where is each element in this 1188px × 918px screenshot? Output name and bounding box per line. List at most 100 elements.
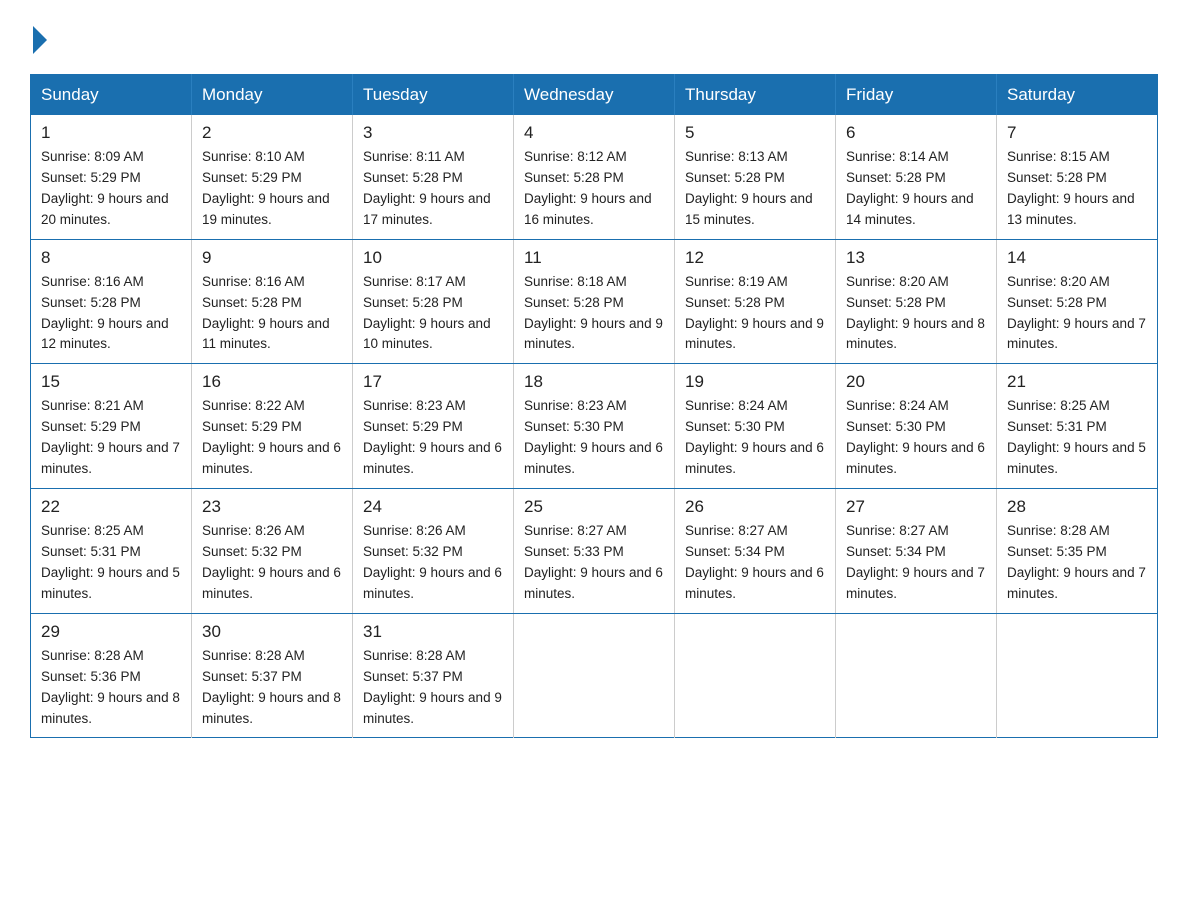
day-number: 1 bbox=[41, 123, 181, 143]
calendar-cell: 29 Sunrise: 8:28 AMSunset: 5:36 PMDaylig… bbox=[31, 613, 192, 738]
calendar-cell: 30 Sunrise: 8:28 AMSunset: 5:37 PMDaylig… bbox=[192, 613, 353, 738]
logo bbox=[30, 24, 47, 54]
day-number: 12 bbox=[685, 248, 825, 268]
calendar-cell: 26 Sunrise: 8:27 AMSunset: 5:34 PMDaylig… bbox=[675, 489, 836, 614]
day-number: 26 bbox=[685, 497, 825, 517]
day-info: Sunrise: 8:10 AMSunset: 5:29 PMDaylight:… bbox=[202, 149, 330, 227]
calendar-cell: 22 Sunrise: 8:25 AMSunset: 5:31 PMDaylig… bbox=[31, 489, 192, 614]
day-number: 24 bbox=[363, 497, 503, 517]
day-number: 15 bbox=[41, 372, 181, 392]
calendar-cell: 14 Sunrise: 8:20 AMSunset: 5:28 PMDaylig… bbox=[997, 239, 1158, 364]
day-info: Sunrise: 8:24 AMSunset: 5:30 PMDaylight:… bbox=[685, 398, 824, 476]
day-info: Sunrise: 8:18 AMSunset: 5:28 PMDaylight:… bbox=[524, 274, 663, 352]
day-info: Sunrise: 8:20 AMSunset: 5:28 PMDaylight:… bbox=[846, 274, 985, 352]
day-number: 13 bbox=[846, 248, 986, 268]
header-wednesday: Wednesday bbox=[514, 75, 675, 116]
day-number: 9 bbox=[202, 248, 342, 268]
day-number: 30 bbox=[202, 622, 342, 642]
calendar-table: SundayMondayTuesdayWednesdayThursdayFrid… bbox=[30, 74, 1158, 738]
day-number: 25 bbox=[524, 497, 664, 517]
calendar-cell: 27 Sunrise: 8:27 AMSunset: 5:34 PMDaylig… bbox=[836, 489, 997, 614]
calendar-cell: 1 Sunrise: 8:09 AMSunset: 5:29 PMDayligh… bbox=[31, 115, 192, 239]
calendar-cell: 10 Sunrise: 8:17 AMSunset: 5:28 PMDaylig… bbox=[353, 239, 514, 364]
day-info: Sunrise: 8:28 AMSunset: 5:35 PMDaylight:… bbox=[1007, 523, 1146, 601]
header-thursday: Thursday bbox=[675, 75, 836, 116]
header-saturday: Saturday bbox=[997, 75, 1158, 116]
day-number: 7 bbox=[1007, 123, 1147, 143]
day-number: 2 bbox=[202, 123, 342, 143]
day-number: 17 bbox=[363, 372, 503, 392]
week-row-5: 29 Sunrise: 8:28 AMSunset: 5:36 PMDaylig… bbox=[31, 613, 1158, 738]
calendar-cell: 12 Sunrise: 8:19 AMSunset: 5:28 PMDaylig… bbox=[675, 239, 836, 364]
page-header bbox=[30, 24, 1158, 54]
day-info: Sunrise: 8:28 AMSunset: 5:37 PMDaylight:… bbox=[202, 648, 341, 726]
calendar-cell: 15 Sunrise: 8:21 AMSunset: 5:29 PMDaylig… bbox=[31, 364, 192, 489]
day-info: Sunrise: 8:23 AMSunset: 5:29 PMDaylight:… bbox=[363, 398, 502, 476]
calendar-cell: 24 Sunrise: 8:26 AMSunset: 5:32 PMDaylig… bbox=[353, 489, 514, 614]
day-number: 31 bbox=[363, 622, 503, 642]
calendar-cell: 28 Sunrise: 8:28 AMSunset: 5:35 PMDaylig… bbox=[997, 489, 1158, 614]
day-number: 20 bbox=[846, 372, 986, 392]
calendar-cell: 7 Sunrise: 8:15 AMSunset: 5:28 PMDayligh… bbox=[997, 115, 1158, 239]
day-info: Sunrise: 8:13 AMSunset: 5:28 PMDaylight:… bbox=[685, 149, 813, 227]
week-row-1: 1 Sunrise: 8:09 AMSunset: 5:29 PMDayligh… bbox=[31, 115, 1158, 239]
calendar-cell: 8 Sunrise: 8:16 AMSunset: 5:28 PMDayligh… bbox=[31, 239, 192, 364]
calendar-cell: 13 Sunrise: 8:20 AMSunset: 5:28 PMDaylig… bbox=[836, 239, 997, 364]
calendar-cell: 2 Sunrise: 8:10 AMSunset: 5:29 PMDayligh… bbox=[192, 115, 353, 239]
day-info: Sunrise: 8:16 AMSunset: 5:28 PMDaylight:… bbox=[41, 274, 169, 352]
day-info: Sunrise: 8:25 AMSunset: 5:31 PMDaylight:… bbox=[1007, 398, 1146, 476]
day-info: Sunrise: 8:20 AMSunset: 5:28 PMDaylight:… bbox=[1007, 274, 1146, 352]
day-info: Sunrise: 8:16 AMSunset: 5:28 PMDaylight:… bbox=[202, 274, 330, 352]
day-info: Sunrise: 8:19 AMSunset: 5:28 PMDaylight:… bbox=[685, 274, 824, 352]
day-number: 29 bbox=[41, 622, 181, 642]
header-monday: Monday bbox=[192, 75, 353, 116]
day-number: 16 bbox=[202, 372, 342, 392]
day-info: Sunrise: 8:23 AMSunset: 5:30 PMDaylight:… bbox=[524, 398, 663, 476]
calendar-cell bbox=[836, 613, 997, 738]
day-info: Sunrise: 8:25 AMSunset: 5:31 PMDaylight:… bbox=[41, 523, 180, 601]
day-number: 6 bbox=[846, 123, 986, 143]
day-number: 8 bbox=[41, 248, 181, 268]
calendar-cell: 20 Sunrise: 8:24 AMSunset: 5:30 PMDaylig… bbox=[836, 364, 997, 489]
calendar-cell: 31 Sunrise: 8:28 AMSunset: 5:37 PMDaylig… bbox=[353, 613, 514, 738]
calendar-cell: 4 Sunrise: 8:12 AMSunset: 5:28 PMDayligh… bbox=[514, 115, 675, 239]
logo-arrow-icon bbox=[33, 26, 47, 54]
calendar-cell: 9 Sunrise: 8:16 AMSunset: 5:28 PMDayligh… bbox=[192, 239, 353, 364]
day-number: 21 bbox=[1007, 372, 1147, 392]
day-info: Sunrise: 8:27 AMSunset: 5:34 PMDaylight:… bbox=[846, 523, 985, 601]
header-friday: Friday bbox=[836, 75, 997, 116]
day-number: 11 bbox=[524, 248, 664, 268]
day-info: Sunrise: 8:26 AMSunset: 5:32 PMDaylight:… bbox=[202, 523, 341, 601]
day-number: 23 bbox=[202, 497, 342, 517]
day-info: Sunrise: 8:24 AMSunset: 5:30 PMDaylight:… bbox=[846, 398, 985, 476]
day-number: 18 bbox=[524, 372, 664, 392]
calendar-cell: 25 Sunrise: 8:27 AMSunset: 5:33 PMDaylig… bbox=[514, 489, 675, 614]
calendar-cell: 18 Sunrise: 8:23 AMSunset: 5:30 PMDaylig… bbox=[514, 364, 675, 489]
day-info: Sunrise: 8:22 AMSunset: 5:29 PMDaylight:… bbox=[202, 398, 341, 476]
day-info: Sunrise: 8:21 AMSunset: 5:29 PMDaylight:… bbox=[41, 398, 180, 476]
calendar-cell bbox=[675, 613, 836, 738]
calendar-cell: 19 Sunrise: 8:24 AMSunset: 5:30 PMDaylig… bbox=[675, 364, 836, 489]
day-info: Sunrise: 8:17 AMSunset: 5:28 PMDaylight:… bbox=[363, 274, 491, 352]
day-number: 22 bbox=[41, 497, 181, 517]
day-info: Sunrise: 8:12 AMSunset: 5:28 PMDaylight:… bbox=[524, 149, 652, 227]
calendar-cell: 17 Sunrise: 8:23 AMSunset: 5:29 PMDaylig… bbox=[353, 364, 514, 489]
day-number: 4 bbox=[524, 123, 664, 143]
day-info: Sunrise: 8:09 AMSunset: 5:29 PMDaylight:… bbox=[41, 149, 169, 227]
calendar-cell bbox=[514, 613, 675, 738]
week-row-2: 8 Sunrise: 8:16 AMSunset: 5:28 PMDayligh… bbox=[31, 239, 1158, 364]
day-number: 19 bbox=[685, 372, 825, 392]
day-info: Sunrise: 8:11 AMSunset: 5:28 PMDaylight:… bbox=[363, 149, 491, 227]
day-number: 27 bbox=[846, 497, 986, 517]
calendar-cell: 23 Sunrise: 8:26 AMSunset: 5:32 PMDaylig… bbox=[192, 489, 353, 614]
day-info: Sunrise: 8:15 AMSunset: 5:28 PMDaylight:… bbox=[1007, 149, 1135, 227]
calendar-cell: 6 Sunrise: 8:14 AMSunset: 5:28 PMDayligh… bbox=[836, 115, 997, 239]
week-row-3: 15 Sunrise: 8:21 AMSunset: 5:29 PMDaylig… bbox=[31, 364, 1158, 489]
calendar-cell: 21 Sunrise: 8:25 AMSunset: 5:31 PMDaylig… bbox=[997, 364, 1158, 489]
day-number: 3 bbox=[363, 123, 503, 143]
week-row-4: 22 Sunrise: 8:25 AMSunset: 5:31 PMDaylig… bbox=[31, 489, 1158, 614]
calendar-cell: 5 Sunrise: 8:13 AMSunset: 5:28 PMDayligh… bbox=[675, 115, 836, 239]
calendar-cell: 16 Sunrise: 8:22 AMSunset: 5:29 PMDaylig… bbox=[192, 364, 353, 489]
day-info: Sunrise: 8:28 AMSunset: 5:36 PMDaylight:… bbox=[41, 648, 180, 726]
calendar-header-row: SundayMondayTuesdayWednesdayThursdayFrid… bbox=[31, 75, 1158, 116]
